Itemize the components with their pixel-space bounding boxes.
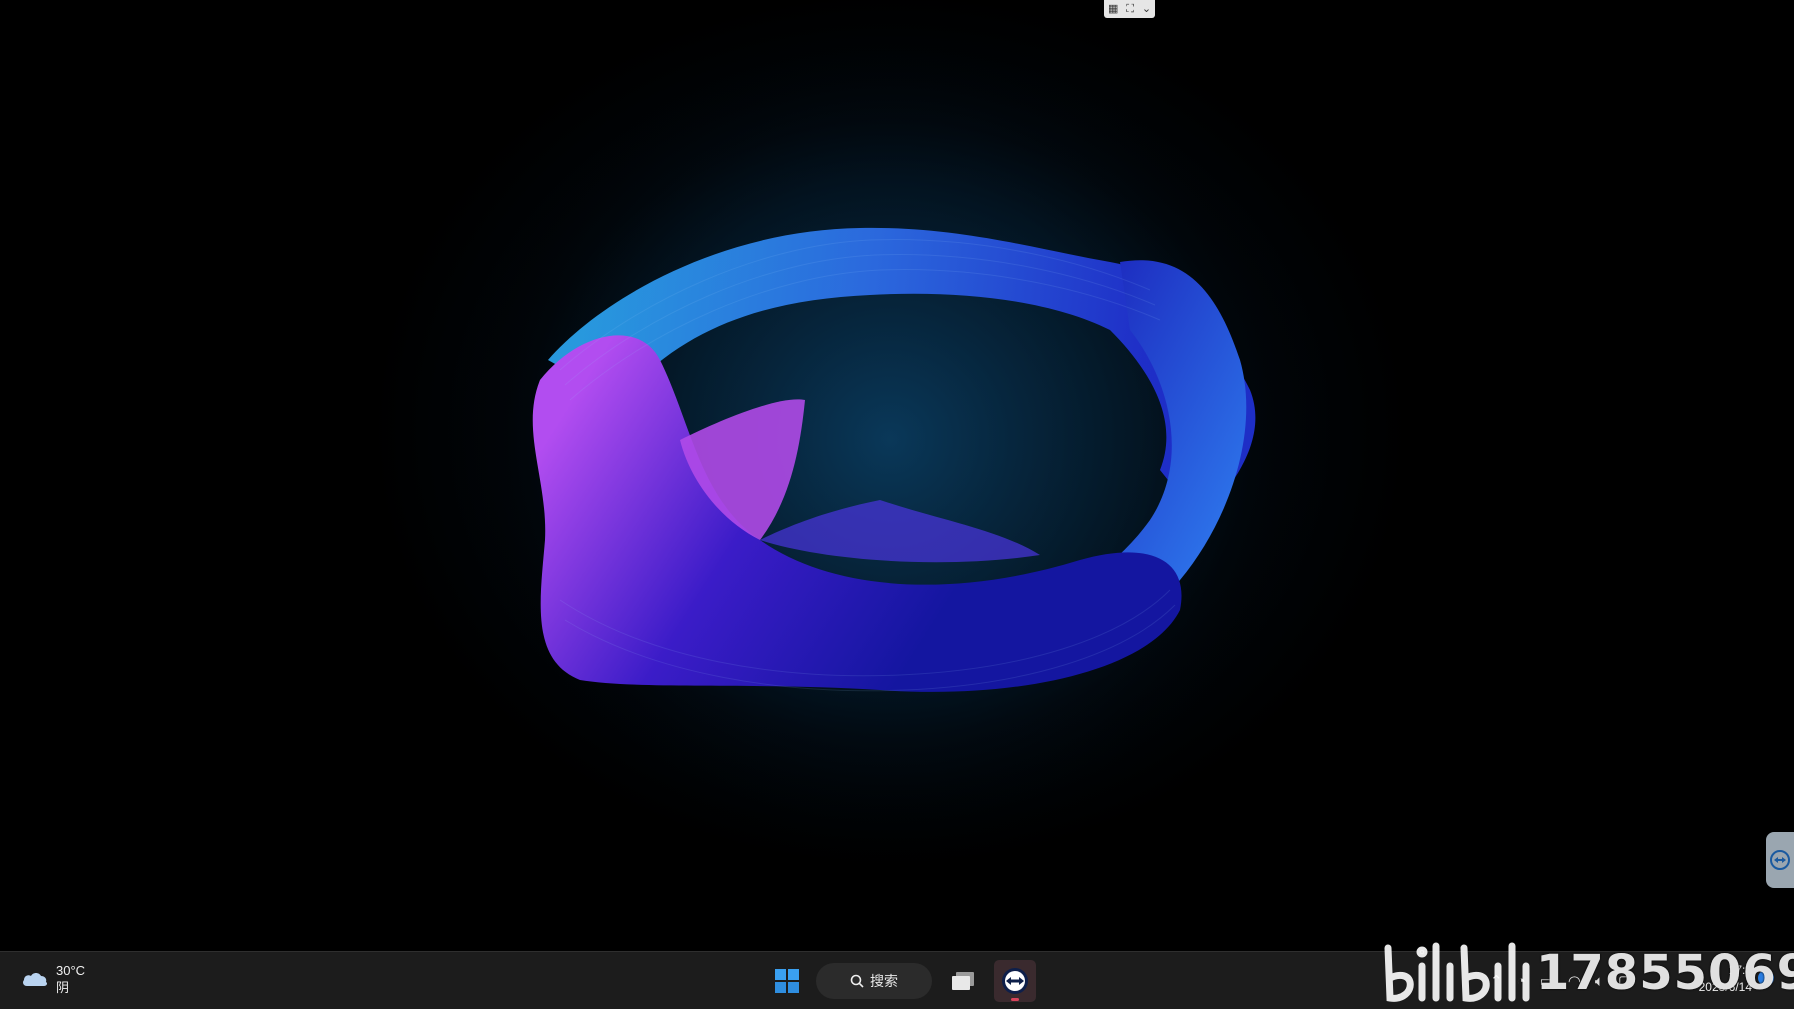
task-view-icon bbox=[952, 972, 974, 990]
cloud-icon bbox=[23, 973, 48, 986]
wallpaper-ribbon-art bbox=[0, 0, 1794, 951]
weather-temperature: 30°C bbox=[56, 963, 86, 978]
teamviewer-icon bbox=[1002, 968, 1028, 994]
display-icon[interactable]: ▭ bbox=[1540, 972, 1554, 990]
windows-icon bbox=[775, 969, 799, 993]
clock-time: 17:3 bbox=[1728, 963, 1752, 977]
chevron-up-icon[interactable]: ⌃ bbox=[1490, 972, 1503, 990]
search-button[interactable]: 搜索 bbox=[816, 963, 932, 999]
fullscreen-icon[interactable]: ⛶ bbox=[1126, 0, 1134, 18]
teamviewer-side-tab[interactable] bbox=[1766, 832, 1794, 888]
search-label: 搜索 bbox=[870, 973, 898, 989]
taskbar-center: 搜索 bbox=[768, 958, 1036, 1004]
weather-condition: 阴 bbox=[56, 980, 70, 995]
volume-icon[interactable]: 🔈︎ bbox=[1595, 973, 1604, 990]
chevron-down-icon[interactable]: ⌄ bbox=[1142, 0, 1151, 18]
wifi-icon[interactable]: ◠ bbox=[1568, 972, 1581, 990]
teamviewer-taskbar-button[interactable] bbox=[994, 960, 1036, 1002]
clock[interactable]: 17:3 2023/6/14 bbox=[1680, 962, 1752, 996]
grid-icon[interactable]: ▦ bbox=[1108, 0, 1118, 18]
taskbar: 30°C 阴 搜索 ⌃ ◔ ▭ ◠ 🔈︎ ▢ 17:3 2023/6/14 bbox=[0, 951, 1794, 1009]
notification-icon[interactable] bbox=[1758, 970, 1774, 986]
app-tray-icon[interactable]: ◔ bbox=[1517, 973, 1526, 990]
clock-date: 2023/6/14 bbox=[1698, 980, 1752, 994]
teamviewer-icon bbox=[1770, 850, 1790, 870]
system-tray: ⌃ ◔ ▭ ◠ 🔈︎ ▢ bbox=[1490, 967, 1632, 995]
search-icon bbox=[850, 974, 864, 988]
desktop: ▦ ⛶ ⌄ bbox=[0, 0, 1794, 951]
start-button[interactable] bbox=[768, 961, 806, 1001]
weather-widget[interactable]: 30°C 阴 bbox=[20, 962, 85, 996]
battery-icon[interactable]: ▢ bbox=[1618, 972, 1632, 990]
running-indicator bbox=[1011, 998, 1019, 1001]
task-view-button[interactable] bbox=[942, 960, 984, 1002]
remote-control-toolbar[interactable]: ▦ ⛶ ⌄ bbox=[1104, 0, 1155, 18]
